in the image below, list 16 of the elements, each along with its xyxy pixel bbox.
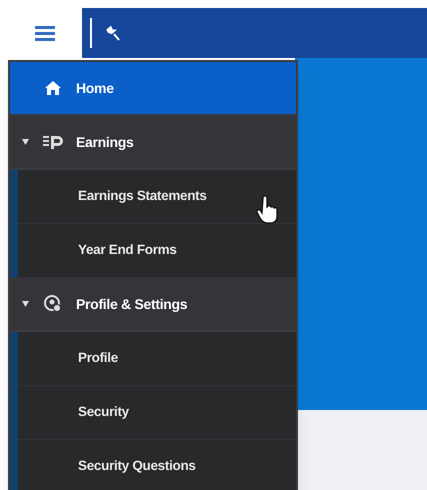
- menu-item[interactable]: Home: [10, 62, 296, 116]
- home-icon: [44, 80, 62, 96]
- submenu-item[interactable]: Profile: [10, 332, 296, 386]
- caret-down-icon: [22, 139, 28, 145]
- menu-group[interactable]: Profile & Settings: [10, 278, 296, 332]
- submenu-item[interactable]: Security: [10, 386, 296, 440]
- menu-group[interactable]: Earnings: [10, 116, 296, 170]
- menu-icon: [35, 25, 55, 41]
- submenu-item[interactable]: Year End Forms: [10, 224, 296, 278]
- hand-cursor-icon: [256, 196, 278, 224]
- caret-down-icon: [22, 301, 28, 307]
- submenu-item[interactable]: Earnings Statements: [10, 170, 296, 224]
- pin-icon[interactable]: [104, 24, 122, 42]
- submenu-item[interactable]: Security Questions: [10, 440, 296, 490]
- user-gear-icon: [44, 295, 62, 313]
- money-icon: [42, 134, 64, 150]
